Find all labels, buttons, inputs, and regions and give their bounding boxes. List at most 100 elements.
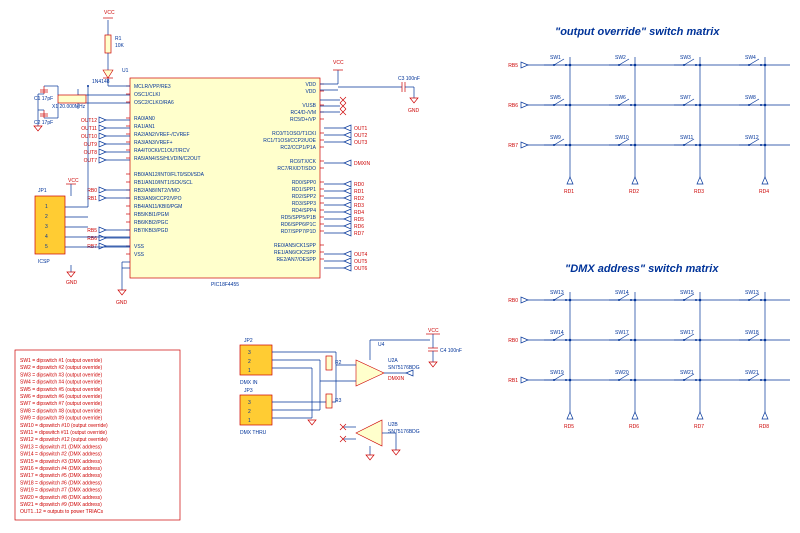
ic-ref: U1 bbox=[122, 68, 129, 74]
svg-text:RB0/AN12/INT0/FLT0/SDI/SDA: RB0/AN12/INT0/FLT0/SDI/SDA bbox=[134, 172, 205, 178]
u2a-ref: U2A bbox=[388, 358, 398, 364]
svg-text:SW12 = dipswitch #12 (output o: SW12 = dipswitch #12 (output override) bbox=[20, 437, 108, 443]
svg-text:RD3: RD3 bbox=[354, 203, 364, 209]
svg-text:SW21 = dipswitch #9 (DMX addre: SW21 = dipswitch #9 (DMX address) bbox=[20, 502, 102, 508]
svg-text:OUT6: OUT6 bbox=[354, 266, 368, 272]
svg-text:MCLR/VPP/RE3: MCLR/VPP/RE3 bbox=[134, 84, 171, 90]
svg-text:RD0/SPP0: RD0/SPP0 bbox=[292, 180, 316, 186]
jp3 bbox=[240, 395, 272, 425]
right-nets: OUT1OUT2OUT3DMXINRD0RD1RD2RD3RD4RD5RD6RD… bbox=[324, 125, 371, 272]
svg-text:SW13 = dipswitch #1 (DMX addre: SW13 = dipswitch #1 (DMX address) bbox=[20, 444, 102, 450]
svg-text:RE2/AN7/OESPP: RE2/AN7/OESPP bbox=[277, 257, 317, 263]
x1: X1 20.000MHz bbox=[52, 104, 86, 110]
u2b-part: SN75176BDG bbox=[388, 429, 420, 435]
svg-text:RB1: RB1 bbox=[87, 196, 97, 202]
svg-text:RD1/SPP1: RD1/SPP1 bbox=[292, 187, 316, 193]
svg-text:SW4: SW4 bbox=[745, 55, 756, 61]
svg-text:RD7: RD7 bbox=[694, 424, 704, 430]
svg-text:RD0: RD0 bbox=[354, 182, 364, 188]
svg-text:SW3: SW3 bbox=[680, 55, 691, 61]
svg-text:RD8: RD8 bbox=[759, 424, 769, 430]
svg-text:RB7/KBI3/PGD: RB7/KBI3/PGD bbox=[134, 228, 169, 234]
svg-text:RD6/SPP6/P1C: RD6/SPP6/P1C bbox=[281, 222, 317, 228]
svg-text:RD2: RD2 bbox=[629, 189, 639, 195]
svg-text:RD5/SPP5/P1B: RD5/SPP5/P1B bbox=[281, 215, 317, 221]
dmx-title: "DMX address" switch matrix bbox=[565, 263, 719, 275]
svg-text:RD3/SPP3: RD3/SPP3 bbox=[292, 201, 316, 207]
svg-text:SW18: SW18 bbox=[745, 330, 759, 336]
svg-text:OUT1: OUT1 bbox=[354, 126, 368, 132]
svg-text:VDD: VDD bbox=[305, 89, 316, 95]
svg-text:SW2: SW2 bbox=[615, 55, 626, 61]
svg-text:RD7/SPP7/P1D: RD7/SPP7/P1D bbox=[281, 229, 317, 235]
svg-text:RC1/T1OSI/CCP2/UOE: RC1/T1OSI/CCP2/UOE bbox=[263, 138, 316, 144]
svg-text:OUT2: OUT2 bbox=[354, 133, 368, 139]
c1: C1 17pF bbox=[34, 96, 53, 102]
svg-text:SW5: SW5 bbox=[550, 95, 561, 101]
c4: C4 100nF bbox=[440, 348, 462, 354]
svg-text:SW7 = dipswitch #7 (output ove: SW7 = dipswitch #7 (output override) bbox=[20, 401, 102, 407]
svg-text:SW15: SW15 bbox=[680, 290, 694, 296]
jp1-vcc: VCC bbox=[68, 178, 79, 184]
svg-text:RB6: RB6 bbox=[508, 103, 518, 109]
jp2-sub: DMX IN bbox=[240, 380, 258, 386]
svg-text:RA1/AN1: RA1/AN1 bbox=[134, 124, 155, 130]
svg-text:SW10 = dipswitch #10 (output o: SW10 = dipswitch #10 (output override) bbox=[20, 423, 108, 429]
dmx-matrix: RB0RB0RB1RD5RD6RD7RD8SW13SW14SW15SW13SW1… bbox=[508, 290, 790, 430]
svg-text:RB0: RB0 bbox=[87, 188, 97, 194]
svg-text:RB5/KBI1/PGM: RB5/KBI1/PGM bbox=[134, 212, 169, 218]
jp1-gnd: GND bbox=[66, 280, 78, 286]
svg-text:RD2: RD2 bbox=[354, 196, 364, 202]
svg-text:SW3 = dipswitch #3 (output ove: SW3 = dipswitch #3 (output override) bbox=[20, 372, 102, 378]
svg-text:RB0: RB0 bbox=[508, 298, 518, 304]
svg-text:SW8 = dipswitch #8 (output ove: SW8 = dipswitch #8 (output override) bbox=[20, 408, 102, 414]
svg-text:SW14: SW14 bbox=[550, 330, 564, 336]
svg-text:OUT11: OUT11 bbox=[81, 126, 97, 132]
svg-text:1: 1 bbox=[45, 204, 48, 210]
svg-text:SW9 = dipswitch #9 (output ove: SW9 = dipswitch #9 (output override) bbox=[20, 416, 102, 422]
diode bbox=[103, 70, 113, 78]
svg-text:2: 2 bbox=[248, 359, 251, 365]
svg-text:SW20 = dipswitch #8 (DMX addre: SW20 = dipswitch #8 (DMX address) bbox=[20, 495, 102, 501]
svg-text:SW21: SW21 bbox=[680, 370, 694, 376]
svg-text:SW5 = dipswitch #5 (output ove: SW5 = dipswitch #5 (output override) bbox=[20, 387, 102, 393]
svg-text:SW9: SW9 bbox=[550, 135, 561, 141]
svg-text:SW20: SW20 bbox=[615, 370, 629, 376]
svg-text:OUT10: OUT10 bbox=[81, 134, 97, 140]
svg-text:RB4/AN11/KBI0/PGM: RB4/AN11/KBI0/PGM bbox=[134, 204, 182, 210]
rb-nets: RB0RB1RB5RB6RB7 bbox=[87, 187, 130, 250]
svg-text:RE0/AN5/CK1SPP: RE0/AN5/CK1SPP bbox=[274, 243, 317, 249]
svg-text:OSC2/CLKO/RA6: OSC2/CLKO/RA6 bbox=[134, 100, 174, 106]
svg-text:SW15 = dipswitch #3 (DMX addre: SW15 = dipswitch #3 (DMX address) bbox=[20, 459, 102, 465]
svg-text:4: 4 bbox=[45, 234, 48, 240]
svg-text:SW6: SW6 bbox=[615, 95, 626, 101]
svg-text:RA2/AN2/VREF-/CVREF: RA2/AN2/VREF-/CVREF bbox=[134, 132, 190, 138]
r1 bbox=[105, 35, 111, 53]
svg-text:RC5/D+/VP: RC5/D+/VP bbox=[290, 117, 317, 123]
ic-vcc: VCC bbox=[333, 60, 344, 66]
svg-text:RA4/T0CKI/C1OUT/RCV: RA4/T0CKI/C1OUT/RCV bbox=[134, 148, 190, 154]
u2a bbox=[356, 360, 384, 386]
svg-text:RD5: RD5 bbox=[354, 217, 364, 223]
svg-text:5: 5 bbox=[45, 244, 48, 250]
svg-text:SW7: SW7 bbox=[680, 95, 691, 101]
svg-text:OUT12: OUT12 bbox=[81, 118, 97, 124]
svg-text:DMXIN: DMXIN bbox=[354, 161, 371, 167]
svg-text:RC6/TX/CK: RC6/TX/CK bbox=[290, 159, 317, 165]
c3-gnd: GND bbox=[408, 108, 420, 114]
svg-text:OUT9: OUT9 bbox=[84, 142, 98, 148]
jp2 bbox=[240, 345, 272, 375]
vcc-label: VCC bbox=[104, 10, 115, 16]
r1-ref: R1 bbox=[115, 36, 122, 42]
svg-text:RB3/AN9/CCP2/VPO: RB3/AN9/CCP2/VPO bbox=[134, 196, 182, 202]
svg-text:RD1: RD1 bbox=[564, 189, 574, 195]
svg-text:OUT7: OUT7 bbox=[84, 158, 98, 164]
svg-text:RD4: RD4 bbox=[354, 210, 364, 216]
svg-text:VSS: VSS bbox=[134, 244, 145, 250]
svg-text:OUT8: OUT8 bbox=[84, 150, 98, 156]
svg-text:SW1: SW1 bbox=[550, 55, 561, 61]
svg-text:RB0: RB0 bbox=[508, 338, 518, 344]
d1: 1N4148 bbox=[92, 79, 110, 85]
schematic: PIC18F4455 U1 MCLR/VPP/RE3OSC1/CLKIOSC2/… bbox=[0, 0, 800, 533]
svg-text:RB1: RB1 bbox=[508, 378, 518, 384]
